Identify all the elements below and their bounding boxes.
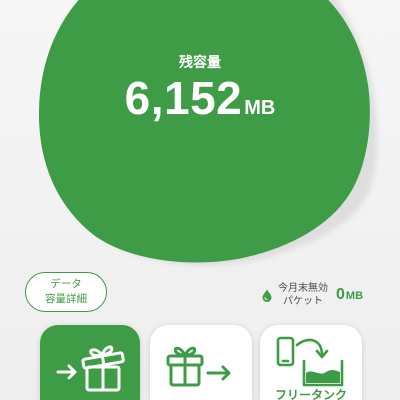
free-tank-label: フリータンク xyxy=(274,388,347,400)
data-detail-line1: データ xyxy=(50,278,82,290)
expiring-packets-label: 今月末無効 パケット xyxy=(275,282,331,308)
free-tank-tile[interactable]: フリータンク xyxy=(260,325,362,400)
remaining-amount: 6,152 xyxy=(124,72,243,124)
expiring-line2: パケット xyxy=(283,296,323,307)
droplet-icon xyxy=(262,289,272,302)
expiring-packets-value: 0 MB xyxy=(336,285,376,305)
data-detail-button[interactable]: データ 容量詳細 xyxy=(25,272,107,312)
expiring-line1: 今月末無効 xyxy=(278,283,328,294)
expiring-unit: MB xyxy=(345,290,364,302)
gift-receive-tile[interactable] xyxy=(40,325,140,400)
gift-send-tile[interactable] xyxy=(150,325,252,400)
expiring-amount: 0 xyxy=(336,286,345,303)
remaining-label: 残容量 xyxy=(179,55,221,71)
gift-send-icon xyxy=(166,346,231,387)
remaining-unit: MB xyxy=(244,97,276,119)
gift-receive-icon xyxy=(56,345,125,392)
home-screen: 残容量 6,152 MB データ 容量詳細 今月末無効 パケット 0 MB フリ… xyxy=(0,0,400,400)
blob-fill xyxy=(38,0,370,263)
remaining-value: 6,152 MB xyxy=(0,72,400,124)
data-detail-line2: 容量詳細 xyxy=(45,293,87,305)
